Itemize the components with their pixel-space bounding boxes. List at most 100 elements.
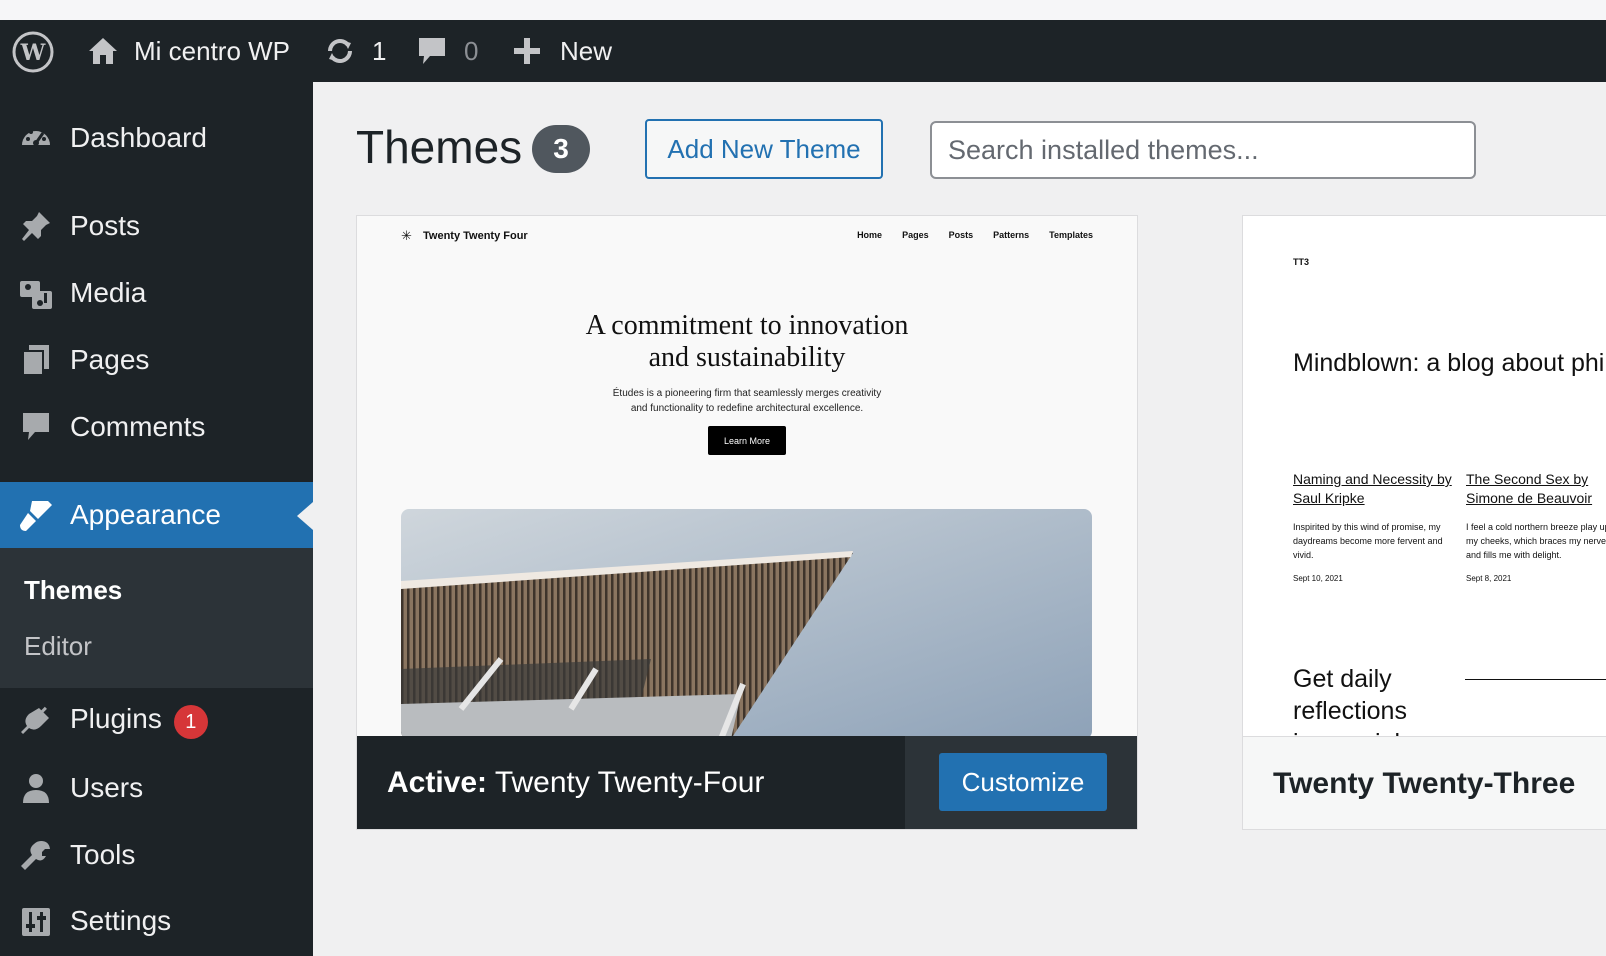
preview-post-excerpt: Inspirited by this wind of promise, my d… xyxy=(1293,522,1443,560)
preview-nav-item: Posts xyxy=(948,230,974,240)
theme-screenshot[interactable]: ✳ Twenty Twenty Four Home Pages Posts Pa… xyxy=(357,216,1137,736)
site-name-label: Mi centro WP xyxy=(134,35,291,66)
sidebar-item-settings[interactable]: Settings xyxy=(0,888,313,954)
main-content: Themes 3 Add New Theme ✳ Twenty Twenty F… xyxy=(313,82,1606,956)
refresh-icon xyxy=(322,33,358,69)
theme-card[interactable]: TT3 Mindblown: a blog about philosophy. … xyxy=(1242,215,1606,830)
preview-post: Naming and Necessity by Saul Kripke Insp… xyxy=(1293,470,1453,583)
comments-link[interactable]: 0 xyxy=(416,20,478,82)
sidebar-item-label: Media xyxy=(70,277,147,308)
preview-blog-title: Mindblown: a blog about philosophy. xyxy=(1293,349,1606,377)
updates-link[interactable]: 1 xyxy=(322,20,386,82)
active-theme-name: Active: Twenty Twenty-Four xyxy=(387,766,764,800)
theme-name: Twenty Twenty-Three xyxy=(1273,767,1576,800)
sidebar-item-label: Pages xyxy=(70,344,150,375)
sidebar-item-label: Users xyxy=(70,772,144,803)
preview-header: ✳ Twenty Twenty Four Home Pages Posts Pa… xyxy=(401,228,1093,244)
preview-post-excerpt: I feel a cold northern breeze play upon … xyxy=(1466,522,1606,560)
dashboard-icon xyxy=(18,120,54,156)
asterisk-logo-icon: ✳ xyxy=(401,228,412,243)
sidebar-item-label: Comments xyxy=(70,411,206,442)
preview-nav-item: Home xyxy=(857,230,883,240)
preview-body-line: Études is a pioneering firm that seamles… xyxy=(612,388,882,399)
sidebar-item-label: Settings xyxy=(70,905,172,936)
preview-subscribe-line: reflections xyxy=(1293,697,1407,725)
pin-icon xyxy=(18,208,54,244)
new-content-link[interactable]: New xyxy=(512,20,612,82)
updates-count: 1 xyxy=(372,35,387,66)
sidebar-item-pages[interactable]: Pages xyxy=(0,327,313,393)
theme-card-active[interactable]: ✳ Twenty Twenty Four Home Pages Posts Pa… xyxy=(356,215,1138,830)
sidebar-item-label: Appearance xyxy=(70,499,222,530)
wrench-icon xyxy=(18,837,54,873)
pages-icon xyxy=(18,342,54,378)
sidebar-item-label: Plugins 1 xyxy=(70,703,208,740)
plugins-update-badge: 1 xyxy=(173,705,208,740)
preview-nav: Home Pages Posts Patterns Templates xyxy=(857,230,1093,240)
preview-post-date: Sept 8, 2021 xyxy=(1466,574,1512,583)
admin-bar: W Mi centro WP 1 0 New xyxy=(0,20,1606,82)
preview-learn-more-button: Learn More xyxy=(708,426,786,455)
site-name-link[interactable]: Mi centro WP xyxy=(86,20,290,82)
theme-count-badge: 3 xyxy=(532,125,590,173)
sidebar-item-posts[interactable]: Posts xyxy=(0,193,313,259)
add-new-theme-button[interactable]: Add New Theme xyxy=(645,119,883,179)
media-icon xyxy=(18,275,54,311)
sliders-icon xyxy=(18,903,54,939)
theme-actions: Customize xyxy=(905,736,1137,829)
appearance-submenu: Themes Editor xyxy=(0,548,313,688)
preview-headline: A commitment to innovation and sustainab… xyxy=(357,310,1137,374)
active-indicator-arrow xyxy=(297,502,313,530)
preview-headline-line: and sustainability xyxy=(648,342,846,373)
sidebar-item-label: Posts xyxy=(70,210,141,241)
sidebar-item-label: Tools xyxy=(70,839,136,870)
comment-icon xyxy=(18,409,54,445)
theme-card-footer: Active: Twenty Twenty-Four Customize xyxy=(357,736,1137,829)
customize-button[interactable]: Customize xyxy=(939,753,1107,811)
preview-nav-item: Templates xyxy=(1049,230,1093,240)
brush-icon xyxy=(18,497,54,533)
theme-screenshot[interactable]: TT3 Mindblown: a blog about philosophy. … xyxy=(1243,216,1606,736)
submenu-item-editor[interactable]: Editor xyxy=(24,631,92,662)
search-themes-input[interactable] xyxy=(930,121,1476,179)
admin-sidebar: Dashboard Posts Media Pages Comments App… xyxy=(0,82,313,956)
preview-architecture-image xyxy=(401,509,1092,736)
home-icon xyxy=(86,34,120,68)
preview-subscribe-text: Get daily reflections in your inbox xyxy=(1293,663,1435,736)
preview-headline-line: A commitment to innovation xyxy=(585,310,909,341)
preview-nav-item: Patterns xyxy=(993,230,1030,240)
plugin-icon xyxy=(18,703,54,739)
sidebar-item-media[interactable]: Media xyxy=(0,260,313,326)
theme-name: Twenty Twenty-Four xyxy=(494,766,765,799)
sidebar-item-appearance[interactable]: Appearance xyxy=(0,482,313,548)
new-label: New xyxy=(560,35,613,66)
sidebar-item-users[interactable]: Users xyxy=(0,755,313,821)
submenu-item-themes[interactable]: Themes xyxy=(24,575,122,606)
preview-body-text: Études is a pioneering firm that seamles… xyxy=(357,386,1137,416)
comments-count: 0 xyxy=(464,35,479,66)
svg-text:W: W xyxy=(20,40,46,66)
preview-site-title: Twenty Twenty Four xyxy=(423,230,528,242)
wordpress-logo-icon[interactable]: W xyxy=(12,31,54,73)
sidebar-item-dashboard[interactable]: Dashboard xyxy=(0,105,313,171)
browser-top-strip xyxy=(0,0,1606,20)
plugins-label: Plugins xyxy=(70,702,162,734)
preview-body-line: and functionality to redefine architectu… xyxy=(630,403,864,414)
preview-divider xyxy=(1465,679,1606,680)
preview-logo: TT3 xyxy=(1293,257,1310,267)
active-prefix: Active: xyxy=(387,766,488,799)
sidebar-item-tools[interactable]: Tools xyxy=(0,822,313,888)
preview-post-title: Naming and Necessity by Saul Kripke xyxy=(1293,471,1452,506)
sidebar-item-comments[interactable]: Comments xyxy=(0,394,313,460)
preview-subscribe-line: Get daily xyxy=(1293,665,1392,693)
sidebar-item-plugins[interactable]: Plugins 1 xyxy=(0,688,313,754)
sidebar-item-label: Dashboard xyxy=(70,122,207,153)
preview-post: The Second Sex by Simone de Beauvoir I f… xyxy=(1466,470,1606,583)
page-title: Themes xyxy=(356,121,523,173)
user-icon xyxy=(18,770,54,806)
comment-bubble-icon xyxy=(416,34,448,68)
preview-post-date: Sept 10, 2021 xyxy=(1293,574,1343,583)
plus-icon xyxy=(512,36,542,66)
preview-post-title: The Second Sex by Simone de Beauvoir xyxy=(1466,471,1593,506)
theme-card-footer: Twenty Twenty-Three xyxy=(1243,736,1606,829)
